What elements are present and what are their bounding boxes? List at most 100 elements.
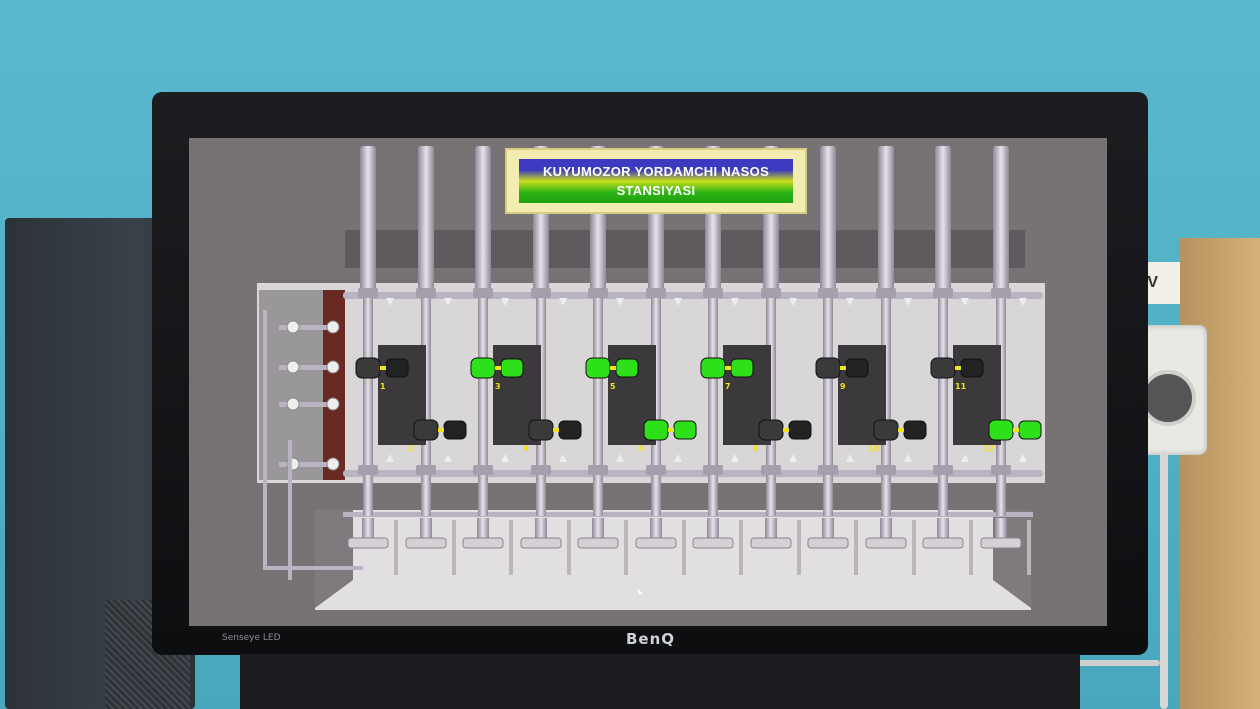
intake-valve bbox=[326, 457, 340, 471]
station-title-banner: KUYUMOZOR YORDAMCHI NASOS STANSIYASI bbox=[519, 159, 793, 203]
monitor-brand-logo: BenQ bbox=[626, 630, 676, 648]
pump-9-coupling bbox=[840, 366, 846, 370]
pipe-flange bbox=[646, 288, 666, 298]
pump-8-label: 8 bbox=[753, 444, 759, 453]
pipe-flange bbox=[703, 288, 723, 298]
pipe-flange bbox=[933, 465, 953, 475]
reservoir-divider bbox=[509, 520, 513, 575]
station-title-line2: STANSIYASI bbox=[616, 183, 696, 198]
reservoir-divider bbox=[624, 520, 628, 575]
vertical-pipe bbox=[478, 296, 488, 516]
intake-wall bbox=[323, 290, 345, 480]
pump-1-body bbox=[355, 357, 381, 379]
pump-10-label: 10 bbox=[868, 444, 880, 453]
reservoir-divider bbox=[854, 520, 858, 575]
pump-6-label: 6 bbox=[638, 444, 644, 453]
pump-4-motor bbox=[558, 420, 582, 440]
reservoir-divider bbox=[969, 520, 973, 575]
pump-1-coupling bbox=[380, 366, 386, 370]
intake-valve bbox=[326, 320, 340, 334]
intake-valve bbox=[326, 397, 340, 411]
vertical-pipe bbox=[823, 296, 833, 516]
reservoir-divider bbox=[452, 520, 456, 575]
pump-7-coupling bbox=[725, 366, 731, 370]
pump-4-label: 4 bbox=[523, 444, 529, 453]
pump-4-body bbox=[528, 419, 554, 441]
pump-1-label: 1 bbox=[380, 382, 386, 391]
riser-pipe bbox=[475, 146, 491, 296]
vertical-pipe bbox=[938, 296, 948, 516]
pump-1-motor bbox=[385, 358, 409, 378]
reservoir-divider bbox=[1027, 520, 1031, 575]
wooden-cabinet bbox=[1180, 238, 1260, 709]
pump-8-body bbox=[758, 419, 784, 441]
pump-7-label: 7 bbox=[725, 382, 731, 391]
riser-pipe bbox=[820, 146, 836, 296]
reservoir-divider bbox=[567, 520, 571, 575]
pump-8-coupling bbox=[783, 428, 789, 432]
suction-bell bbox=[520, 537, 562, 549]
vertical-pipe bbox=[708, 296, 718, 516]
pipe-flange bbox=[703, 465, 723, 475]
pump-12-motor bbox=[1018, 420, 1042, 440]
left-return-pipe bbox=[263, 310, 267, 570]
suction-bell bbox=[347, 537, 389, 549]
pump-7-motor bbox=[730, 358, 754, 378]
pipe-flange bbox=[588, 465, 608, 475]
pump-5-label: 5 bbox=[610, 382, 616, 391]
pipe-flange bbox=[818, 288, 838, 298]
header-strip bbox=[345, 230, 1025, 268]
reservoir-divider bbox=[912, 520, 916, 575]
pipe-flange bbox=[761, 288, 781, 298]
pump-4-coupling bbox=[553, 428, 559, 432]
intake-valve bbox=[286, 360, 300, 374]
pipe-flange bbox=[473, 465, 493, 475]
left-return-pipe-2 bbox=[288, 440, 292, 580]
suction-bell bbox=[922, 537, 964, 549]
intake-valve bbox=[326, 360, 340, 374]
riser-pipe bbox=[993, 146, 1009, 296]
pipe-flange bbox=[358, 288, 378, 298]
riser-pipe bbox=[935, 146, 951, 296]
pump-2-motor bbox=[443, 420, 467, 440]
pump-2-coupling bbox=[438, 428, 444, 432]
pipe-flange bbox=[991, 465, 1011, 475]
suction-bell bbox=[577, 537, 619, 549]
pump-2-body bbox=[413, 419, 439, 441]
pump-3-body bbox=[470, 357, 496, 379]
socket-plug bbox=[1140, 370, 1196, 426]
pipe-flange bbox=[531, 465, 551, 475]
suction-bell bbox=[865, 537, 907, 549]
pump-5-body bbox=[585, 357, 611, 379]
intake-valve bbox=[286, 397, 300, 411]
pipe-flange bbox=[473, 288, 493, 298]
pipe-flange bbox=[416, 288, 436, 298]
suction-bell bbox=[462, 537, 504, 549]
pipe-flange bbox=[933, 288, 953, 298]
pipe-flange bbox=[991, 288, 1011, 298]
intake-valve bbox=[286, 320, 300, 334]
reservoir-divider bbox=[394, 520, 398, 575]
reservoir-divider bbox=[682, 520, 686, 575]
riser-pipe bbox=[360, 146, 376, 296]
pump-3-motor bbox=[500, 358, 524, 378]
pipe-flange bbox=[876, 465, 896, 475]
riser-pipe bbox=[418, 146, 434, 296]
pump-11-motor bbox=[960, 358, 984, 378]
pump-5-coupling bbox=[610, 366, 616, 370]
pump-10-coupling bbox=[898, 428, 904, 432]
pump-11-body bbox=[930, 357, 956, 379]
pump-9-body bbox=[815, 357, 841, 379]
pump-12-body bbox=[988, 419, 1014, 441]
pump-3-coupling bbox=[495, 366, 501, 370]
reservoir-divider bbox=[739, 520, 743, 575]
left-return-pipe-bottom bbox=[263, 566, 363, 570]
pump-11-label: 11 bbox=[955, 382, 967, 391]
power-cable bbox=[1160, 450, 1168, 709]
pipe-flange bbox=[876, 288, 896, 298]
pipe-flange bbox=[531, 288, 551, 298]
pump-12-label: 12 bbox=[983, 444, 995, 453]
suction-bell bbox=[405, 537, 447, 549]
pump-3-label: 3 bbox=[495, 382, 501, 391]
pipe-flange bbox=[761, 465, 781, 475]
